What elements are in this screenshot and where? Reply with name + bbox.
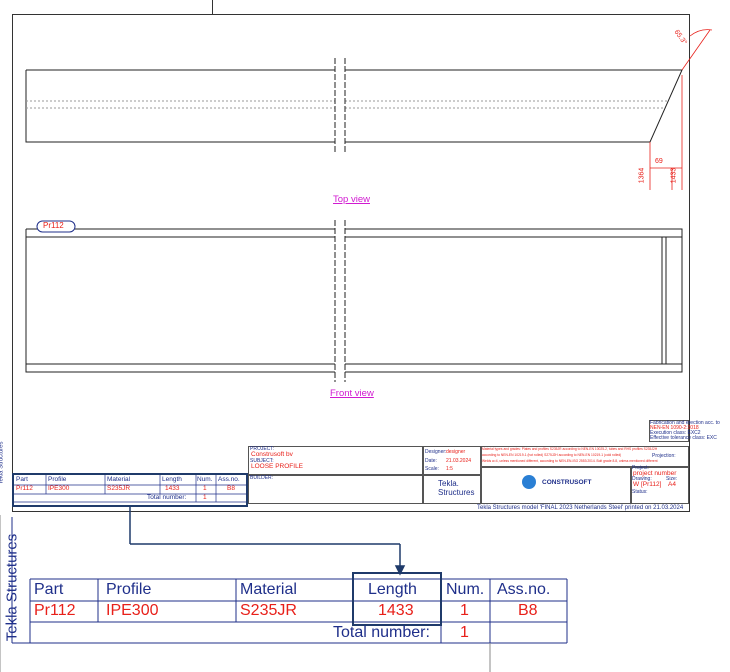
zoom-td-length: 1433 [378,602,414,619]
zoom-td-part: Pr112 [34,602,76,619]
zoom-th-length: Length [368,581,417,598]
tekla-logo-line-1: Tekla. [438,479,459,488]
construsoft-logo-mark [522,475,536,489]
scale-value: 1:5 [446,466,453,472]
scale-label: Scale: [425,466,439,472]
dim-1433: 1433 [670,167,678,184]
dim-69: 69 [655,158,663,165]
small-th-profile: Profile [48,476,67,483]
side-text-small: Tekla Structures [0,441,5,485]
small-td-assno: B8 [227,485,235,492]
small-td-material: S235JR [107,485,131,492]
builder-label: BUILDER: [250,475,274,481]
zoom-total-value: 1 [460,624,469,641]
zoom-td-profile: IPE300 [106,602,159,619]
construsoft-logo-text: CONSTRUSOFT [542,479,592,486]
dim-1364: 1364 [638,167,646,184]
material-note-3: Welds a=4, unless mentioned different, a… [482,459,658,463]
subject-value: LOOSE PROFILE [251,463,304,470]
small-th-assno: Ass.no. [218,476,240,483]
small-th-material: Material [107,476,131,483]
small-td-profile: IPE300 [48,485,70,492]
size-value: A4 [668,481,676,488]
tekla-logo-line-2: Structures [438,488,475,497]
small-td-num: 1 [203,485,207,492]
zoom-th-profile: Profile [106,581,152,598]
top-view-beam [25,69,683,143]
top-view-label: Top view [333,194,370,205]
designer-value: designer [446,449,466,455]
front-view-beam [25,228,683,373]
zoom-side-text: Tekla Structures [3,533,21,642]
zoom-total-label: Total number: [333,624,430,641]
small-th-num: Num. [197,476,213,483]
zoom-th-material: Material [240,581,297,598]
material-note-2: according to NEN-EN 10219-1 (hot rolled)… [482,453,622,457]
zoom-th-assno: Ass.no. [497,581,551,598]
small-td-length: 1433 [165,485,180,492]
small-th-length: Length [162,476,182,483]
angle-dimension [681,29,713,71]
part-mark-text: Pr112 [43,221,64,230]
zoom-td-num: 1 [460,602,469,619]
zoom-td-assno: B8 [518,602,538,619]
zoom-td-material: S235JR [240,602,297,619]
designer-label: Designer: [425,449,447,455]
small-td-part: Pr112 [16,485,33,492]
small-th-part: Part [16,476,28,483]
date-value: 21.03.2024 [446,458,472,464]
date-label: Date: [425,458,437,464]
fab-line-4: Effective tolerance class: EXC [650,435,717,441]
printed-by-text: Tekla Structures model 'FINAL 2023 Nethe… [477,505,684,511]
status-label: Status: [632,489,648,495]
material-note-1: Material types and grades: Plates and pr… [482,447,658,451]
front-view-break-lines [334,220,346,382]
projection-label: Projection: [652,453,676,459]
small-total-value: 1 [203,494,207,501]
drawing-value: W [Pr112] [633,481,662,488]
zoom-th-part: Part [34,581,64,598]
zoom-th-num: Num. [446,581,485,598]
small-total-label: Total number: [147,494,187,501]
front-view-label: Front view [330,388,374,399]
title-block-builder [248,474,423,504]
top-view-break-lines [334,58,346,152]
